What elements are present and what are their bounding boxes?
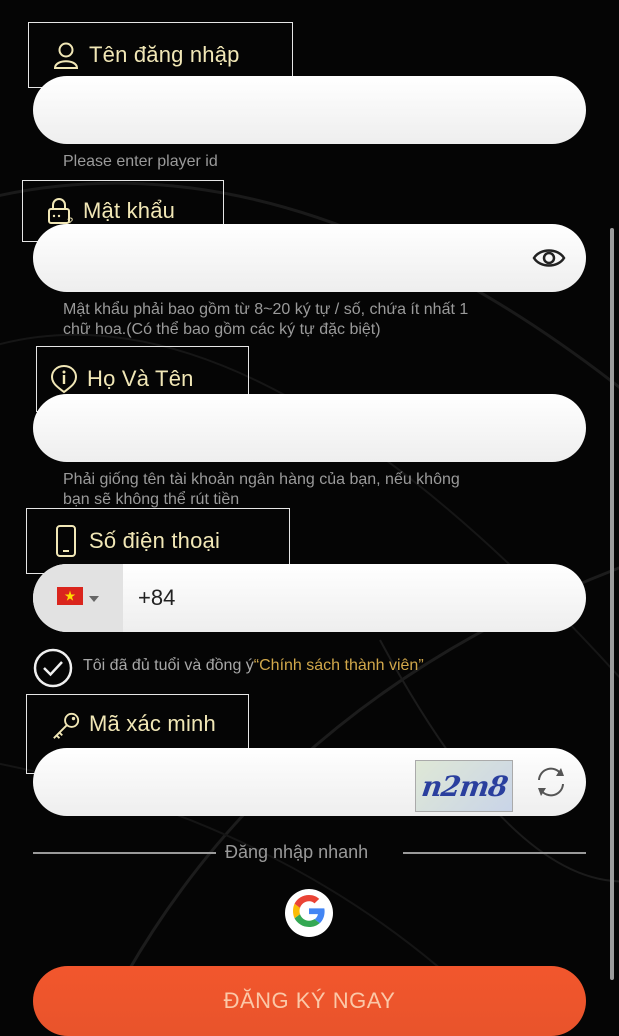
divider-left <box>33 852 216 854</box>
password-hint: Mật khẩu phải bao gồm từ 8~20 ký tự / số… <box>63 300 563 340</box>
username-label: Tên đăng nhập <box>89 42 240 67</box>
user-icon <box>51 40 81 70</box>
fullname-hint: Phải giống tên tài khoản ngân hàng của b… <box>63 470 563 510</box>
agreement-checkbox[interactable] <box>33 648 73 688</box>
fullname-label: Họ Và Tên <box>87 366 194 391</box>
password-hint-line1: Mật khẩu phải bao gồm từ 8~20 ký tự / số… <box>63 301 469 318</box>
agreement-text: Tôi đã đủ tuổi và đồng ý <box>83 657 254 674</box>
chevron-down-icon <box>89 589 99 607</box>
refresh-icon[interactable] <box>531 762 571 802</box>
phone-field[interactable]: +84 <box>33 564 586 632</box>
vietnam-flag-icon <box>57 586 83 610</box>
captcha-field[interactable]: n2m8 <box>33 748 586 818</box>
password-hint-line2: chữ hoa.(Có thể bao gồm các ký tự đặc bi… <box>63 321 381 338</box>
username-hint: Please enter player id <box>63 153 218 170</box>
agreement-row: Tôi đã đủ tuổi và đồng ý “Chính sách thà… <box>33 648 424 688</box>
phone-label: Số điện thoại <box>89 528 221 553</box>
register-now-button[interactable]: ĐĂNG KÝ NGAY <box>33 966 586 1036</box>
scrollbar[interactable] <box>610 228 614 980</box>
key-icon <box>51 711 81 741</box>
fullname-field[interactable] <box>33 394 586 464</box>
member-policy-link[interactable]: “Chính sách thành viên” <box>254 657 424 675</box>
country-select[interactable] <box>33 564 123 632</box>
username-field[interactable] <box>33 76 586 146</box>
divider-right <box>403 852 586 854</box>
captcha-image: n2m8 <box>415 760 513 812</box>
mobile-phone-icon <box>51 525 81 557</box>
username-input[interactable] <box>63 76 507 146</box>
fullname-input[interactable] <box>63 394 507 464</box>
quick-login-label: Đăng nhập nhanh <box>225 842 369 862</box>
google-icon <box>291 893 327 934</box>
captcha-input[interactable] <box>63 748 407 818</box>
eye-icon[interactable] <box>532 244 566 272</box>
phone-country-code: +84 <box>138 585 176 610</box>
captcha-label: Mã xác minh <box>89 711 216 736</box>
password-label: Mật khẩu <box>83 198 176 223</box>
info-pin-icon <box>49 364 79 394</box>
captcha-code: n2m8 <box>419 769 509 803</box>
password-input[interactable] <box>63 224 507 294</box>
password-field[interactable] <box>33 224 586 294</box>
fullname-hint-line1: Phải giống tên tài khoản ngân hàng của b… <box>63 471 460 488</box>
google-login-button[interactable] <box>285 889 333 937</box>
lock-question-icon: ? <box>45 196 75 226</box>
fullname-hint-line2: bạn sẽ không thể rút tiền <box>63 491 240 508</box>
